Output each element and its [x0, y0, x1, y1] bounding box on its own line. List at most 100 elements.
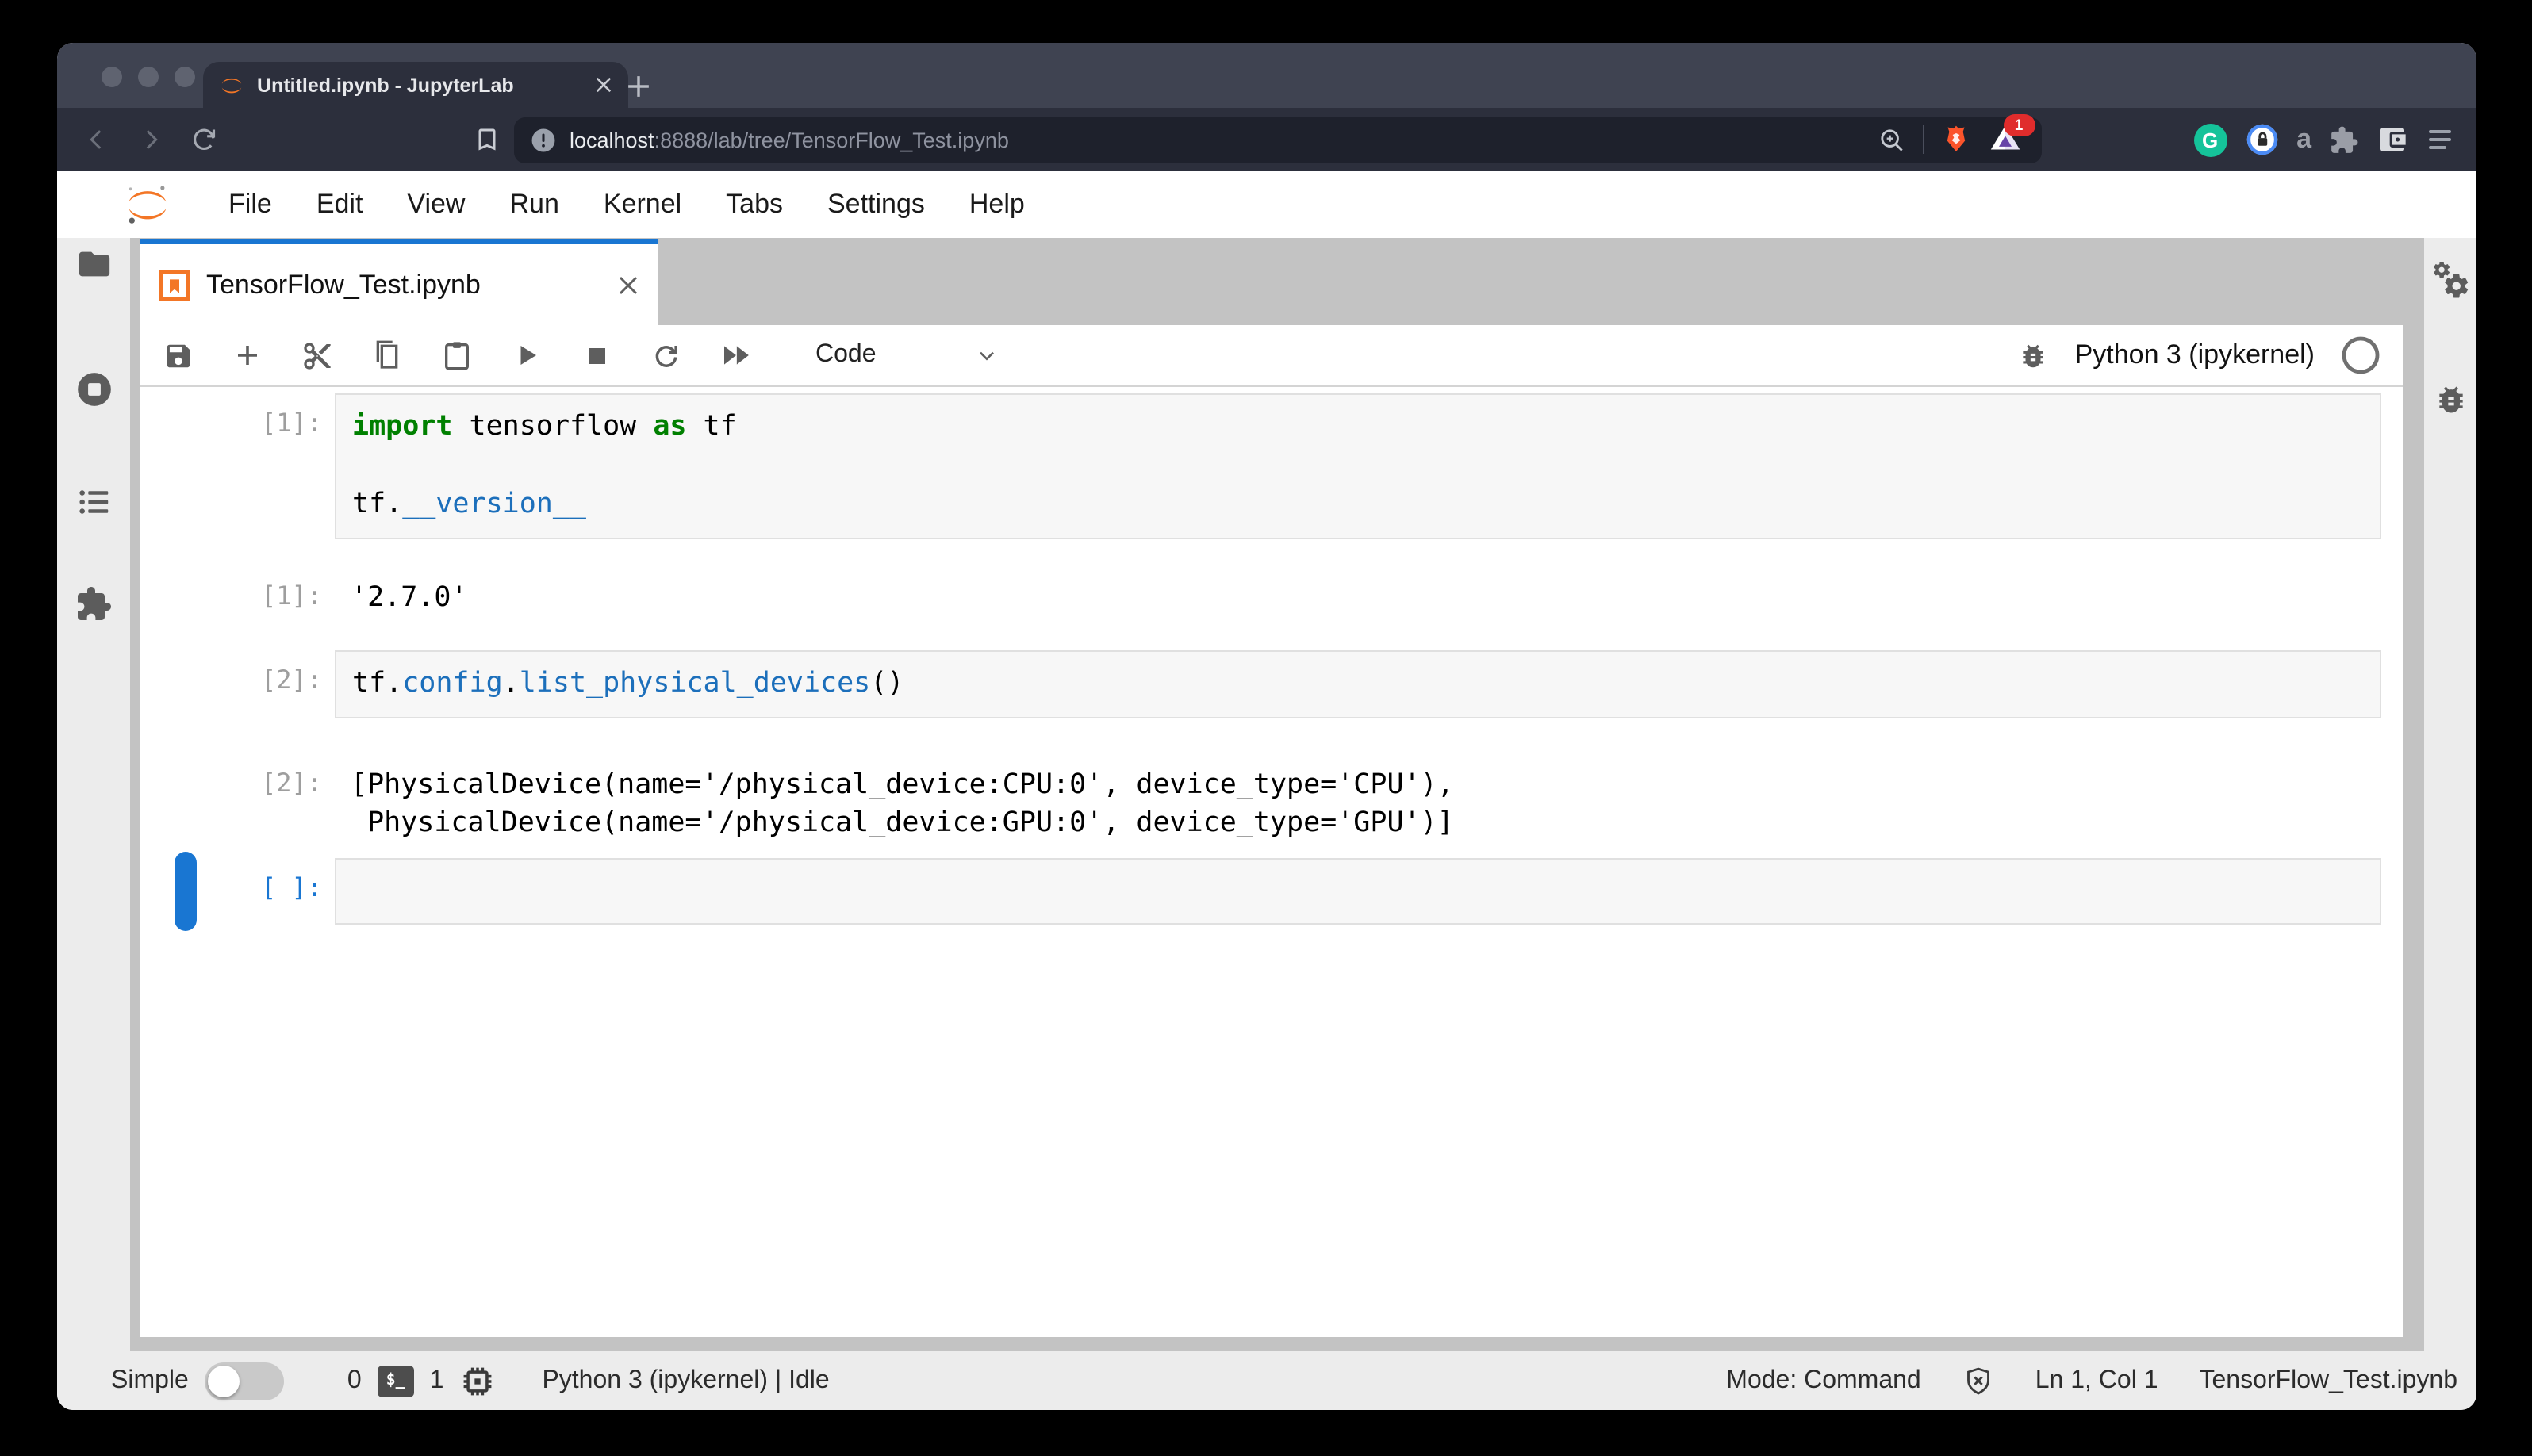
terminal-icon[interactable]: $_ — [378, 1365, 414, 1397]
debugger-icon[interactable] — [2018, 339, 2050, 371]
cell-type-dropdown[interactable]: Code — [815, 341, 999, 370]
grammarly-extension-icon[interactable]: G — [2193, 123, 2227, 156]
right-sidebar — [2424, 238, 2476, 1351]
toggle-knob — [208, 1365, 240, 1397]
extensions-puzzle-icon[interactable] — [2329, 125, 2359, 155]
site-info-icon[interactable] — [530, 126, 557, 153]
selected-cell-handle[interactable] — [175, 851, 197, 931]
interrupt-kernel-icon[interactable] — [581, 339, 612, 371]
cell-editor[interactable]: import tensorflow as tftf.__version__ — [335, 393, 2381, 538]
simple-mode-toggle[interactable] — [205, 1362, 284, 1400]
property-inspector-icon[interactable] — [2424, 260, 2476, 301]
menubar-items: FileEditViewRunKernelTabsSettingsHelp — [206, 189, 1047, 220]
output-area: [2]:[PhysicalDevice(name='/physical_devi… — [140, 753, 2403, 843]
running-kernels-icon[interactable] — [57, 370, 130, 409]
workspace: TensorFlow_Test.ipynb — [57, 238, 2476, 1351]
extension-manager-icon[interactable] — [57, 585, 130, 623]
cell-prompt: [ ]: — [140, 857, 322, 925]
command-mode-indicator[interactable]: Mode: Command — [1726, 1366, 1920, 1395]
forward-icon[interactable] — [133, 122, 168, 157]
menu-item-help[interactable]: Help — [947, 189, 1047, 220]
cell-prompt: [2]: — [140, 753, 322, 843]
output-text: [PhysicalDevice(name='/physical_device:C… — [335, 753, 2381, 843]
cell-prompt: [2]: — [140, 650, 322, 718]
minimize-window-button[interactable] — [138, 67, 159, 87]
output-text: '2.7.0' — [335, 565, 2381, 617]
paste-cells-icon[interactable] — [441, 339, 473, 371]
trust-shield-icon[interactable] — [1962, 1365, 1994, 1397]
menu-item-view[interactable]: View — [385, 189, 487, 220]
dock-panel: TensorFlow_Test.ipynb — [140, 239, 2403, 1337]
privacy-lock-extension-icon[interactable] — [2244, 122, 2279, 157]
cut-cells-icon[interactable] — [301, 339, 333, 371]
debugger-sidebar-icon[interactable] — [2424, 382, 2476, 417]
kernel-name[interactable]: Python 3 (ipykernel) — [2075, 339, 2315, 371]
file-browser-icon[interactable] — [57, 246, 130, 282]
save-icon[interactable] — [162, 339, 194, 371]
browser-tab[interactable]: Untitled.ipynb - JupyterLab — [203, 62, 628, 108]
window-controls — [102, 67, 195, 87]
code-cell: [ ]: — [140, 857, 2403, 925]
address-bar[interactable]: localhost:8888/lab/tree/TensorFlow_Test.… — [514, 117, 2041, 163]
close-window-button[interactable] — [102, 67, 122, 87]
restart-run-all-icon[interactable] — [720, 339, 752, 371]
zoom-page-icon[interactable] — [1876, 125, 1906, 155]
notebook-tabrow: TensorFlow_Test.ipynb — [140, 239, 2403, 325]
cell-prompt: [1]: — [140, 565, 322, 617]
notebook-tab[interactable]: TensorFlow_Test.ipynb — [140, 239, 658, 325]
browser-window: Untitled.ipynb - JupyterLab localhost:88… — [57, 43, 2476, 1410]
notebook-toolbar: Code Python 3 (ipykernel) — [140, 325, 2403, 387]
kernel-chip-icon[interactable] — [459, 1363, 494, 1398]
notebook-panel: Code Python 3 (ipykernel) [1]:import ten… — [140, 325, 2403, 1337]
bookmark-icon[interactable] — [473, 125, 501, 154]
jupyter-logo — [124, 181, 171, 228]
browser-tab-title: Untitled.ipynb - JupyterLab — [257, 74, 582, 96]
output-area: [1]:'2.7.0' — [140, 565, 2403, 617]
cursor-position[interactable]: Ln 1, Col 1 — [2035, 1366, 2158, 1395]
menu-item-edit[interactable]: Edit — [294, 189, 386, 220]
brave-rewards-icon[interactable]: 1 — [1987, 122, 2025, 157]
brave-shields-icon[interactable] — [1939, 122, 1971, 157]
code-cell: [1]:import tensorflow as tftf.__version_… — [140, 393, 2403, 538]
menu-item-run[interactable]: Run — [488, 189, 581, 220]
notebook-tab-close-icon[interactable] — [617, 274, 639, 296]
autofill-extension-icon[interactable]: a — [2296, 124, 2311, 155]
tab-close-icon[interactable] — [595, 76, 612, 94]
chevron-down-icon — [974, 343, 999, 368]
menu-item-kernel[interactable]: Kernel — [581, 189, 704, 220]
add-cell-icon[interactable] — [232, 339, 263, 371]
menu-item-settings[interactable]: Settings — [805, 189, 947, 220]
notebook-tab-title: TensorFlow_Test.ipynb — [206, 269, 601, 301]
screen: Untitled.ipynb - JupyterLab localhost:88… — [0, 0, 2532, 1456]
run-cell-icon[interactable] — [511, 339, 543, 371]
browser-menu-icon[interactable] — [2426, 127, 2454, 152]
menu-item-tabs[interactable]: Tabs — [704, 189, 805, 220]
reload-icon[interactable] — [187, 122, 222, 157]
url-path: :8888/lab/tree/TensorFlow_Test.ipynb — [654, 128, 1009, 151]
terminals-count[interactable]: 0 — [347, 1366, 362, 1395]
zoom-window-button[interactable] — [175, 67, 195, 87]
statusbar: Simple 0 $_ 1 Python 3 (ipykernel) | Idl… — [57, 1351, 2476, 1410]
kernels-count[interactable]: 1 — [430, 1366, 444, 1395]
jupyter-favicon — [219, 72, 244, 98]
cell-editor[interactable] — [335, 857, 2381, 925]
cell-prompt: [1]: — [140, 393, 322, 538]
rewards-badge: 1 — [2003, 114, 2035, 136]
restart-kernel-icon[interactable] — [650, 339, 682, 371]
copy-cells-icon[interactable] — [371, 339, 403, 371]
url-text[interactable]: localhost:8888/lab/tree/TensorFlow_Test.… — [570, 128, 1009, 151]
jupyterlab-menubar: FileEditViewRunKernelTabsSettingsHelp — [57, 171, 2476, 238]
kernel-status-text[interactable]: Python 3 (ipykernel) | Idle — [542, 1366, 829, 1395]
menu-item-file[interactable]: File — [206, 189, 294, 220]
cell-list: [1]:import tensorflow as tftf.__version_… — [140, 387, 2403, 1337]
back-icon[interactable] — [79, 122, 114, 157]
code-cell: [2]:tf.config.list_physical_devices() — [140, 650, 2403, 718]
new-tab-button[interactable] — [616, 63, 660, 108]
table-of-contents-icon[interactable] — [57, 484, 130, 520]
wallet-icon[interactable] — [2377, 124, 2408, 155]
url-host: localhost — [570, 128, 654, 151]
address-bar-divider — [1922, 125, 1924, 154]
browser-toolbar: localhost:8888/lab/tree/TensorFlow_Test.… — [57, 108, 2476, 171]
cell-editor[interactable]: tf.config.list_physical_devices() — [335, 650, 2381, 718]
kernel-status-icon[interactable] — [2340, 335, 2381, 376]
